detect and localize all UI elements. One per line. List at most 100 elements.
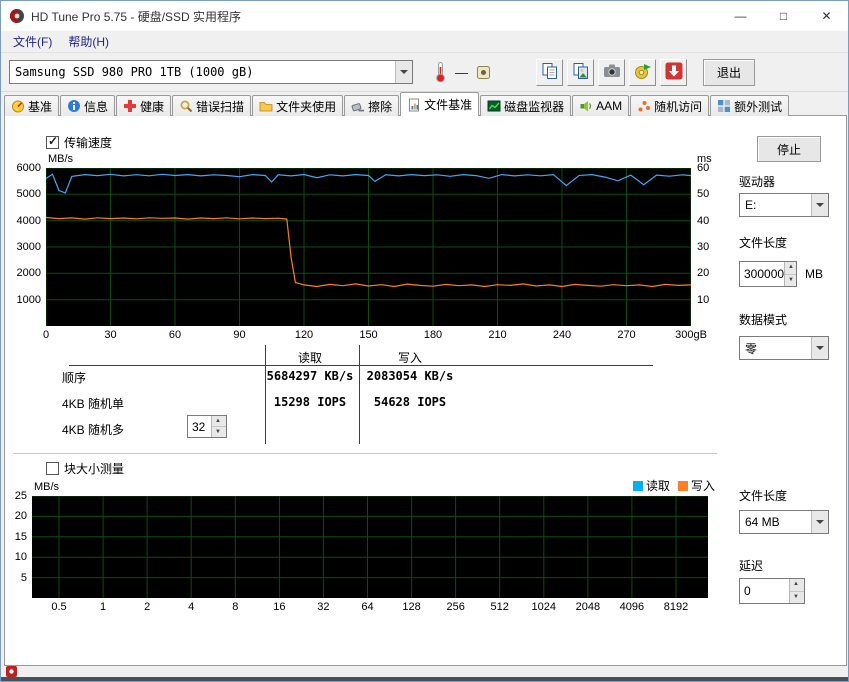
tick-label: 1024 — [531, 601, 557, 613]
block-file-length-select[interactable]: 64 MB — [739, 510, 829, 534]
tab-file-benchmark[interactable]: 文件基准 — [400, 92, 480, 116]
tick-label: 5 — [20, 571, 27, 584]
block-file-length-label: 文件长度 — [739, 489, 788, 503]
save-button[interactable] — [660, 58, 687, 86]
tick-label: 0 — [42, 329, 50, 341]
data-mode-select[interactable]: 零 — [739, 336, 829, 360]
dropdown-arrow-icon — [811, 194, 828, 216]
titlebar: HD Tune Pro 5.75 - 硬盘/SSD 实用程序 — □ ✕ — [1, 1, 848, 31]
tick-label: 2000 — [16, 267, 41, 280]
tab-info[interactable]: 信息 — [60, 95, 116, 116]
export-icon — [633, 61, 653, 84]
spin-up-button[interactable] — [212, 416, 226, 427]
row-4kb-random-single-write: 54628 IOPS — [373, 395, 447, 409]
write-column-header: 写入 — [397, 351, 422, 365]
screenshot-button[interactable] — [598, 58, 625, 86]
copy-image-button[interactable] — [567, 58, 594, 86]
dropdown-arrow-icon — [811, 337, 828, 359]
tab-disk-monitor-label: 磁盘监视器 — [504, 99, 565, 114]
queue-depth-value: 32 — [192, 419, 206, 434]
close-button[interactable]: ✕ — [805, 1, 848, 31]
health-icon — [123, 99, 137, 113]
toolbar: Samsung SSD 980 PRO 1TB (1000 gB) — 退出 — [1, 53, 848, 92]
exit-button[interactable]: 退出 — [703, 58, 755, 86]
tick-label: 50 — [697, 188, 710, 201]
tab-erase[interactable]: 擦除 — [344, 95, 400, 116]
stop-button[interactable]: 停止 — [757, 136, 821, 162]
file-length-input[interactable]: 300000 — [739, 261, 797, 287]
tick-label: 4 — [188, 601, 195, 613]
tab-extra-tests-label: 额外测试 — [734, 99, 783, 114]
info-icon — [67, 99, 81, 113]
drive-label: 驱动器 — [739, 175, 776, 189]
tick-label: 20 — [14, 510, 27, 523]
tab-erase-label: 擦除 — [368, 99, 393, 114]
camera-icon — [602, 61, 622, 84]
results-header-line — [69, 365, 653, 366]
spin-down-button[interactable] — [790, 591, 804, 603]
tick-label: 2 — [144, 601, 151, 613]
target-drive-select[interactable]: E: — [739, 193, 829, 217]
file-length-value: 300000 — [744, 267, 785, 281]
y-axis-left-unit: MB/s — [48, 153, 74, 165]
delay-input[interactable]: 0 — [739, 578, 805, 604]
transfer-speed-checkbox-label: 传输速度 — [64, 136, 113, 150]
tab-folder-usage-label: 文件夹使用 — [276, 99, 337, 114]
download-icon — [664, 61, 684, 84]
window-bottom-edge — [1, 677, 848, 681]
tab-error-scan[interactable]: 错误扫描 — [172, 95, 252, 116]
y-axis-unit: MB/s — [34, 481, 60, 493]
block-file-length-value: 64 MB — [745, 515, 780, 529]
tab-health-label: 健康 — [140, 99, 165, 114]
tick-label: 32 — [317, 601, 330, 613]
queue-depth-input[interactable]: 32 — [187, 415, 227, 438]
temperature-status-icon — [477, 65, 490, 79]
tab-folder-usage[interactable]: 文件夹使用 — [252, 95, 344, 116]
tick-label: 60 — [697, 162, 710, 174]
menu-file[interactable]: 文件(F) — [5, 30, 60, 53]
copy-text-button[interactable] — [536, 58, 563, 86]
tab-benchmark[interactable]: 基准 — [4, 95, 60, 116]
tab-aam-label: AAM — [596, 99, 623, 113]
tick-label: 25 — [14, 490, 27, 502]
legend-swatch-icon — [633, 480, 643, 491]
tick-label: 90 — [233, 329, 246, 341]
tab-random-access-label: 随机访问 — [654, 99, 703, 114]
tick-label: 5000 — [16, 188, 41, 201]
tick-label: 128 — [402, 601, 421, 613]
legend-label: 读取 — [646, 479, 671, 493]
temperature-value: — — [455, 64, 468, 80]
block-size-checkbox[interactable]: 块大小测量 — [46, 460, 124, 477]
drive-selector[interactable]: Samsung SSD 980 PRO 1TB (1000 gB) — [9, 60, 413, 84]
delay-label: 延迟 — [739, 559, 764, 573]
minimize-button[interactable]: — — [719, 1, 762, 31]
spin-up-button[interactable] — [790, 579, 804, 592]
tick-label: 8 — [232, 601, 239, 613]
menu-help[interactable]: 帮助(H) — [60, 30, 117, 53]
block-size-checkbox-label: 块大小测量 — [64, 462, 125, 476]
spin-up-button[interactable] — [785, 262, 796, 275]
thermometer-icon — [435, 61, 446, 83]
tab-random-access[interactable]: 随机访问 — [630, 95, 710, 116]
transfer-speed-checkbox[interactable]: 传输速度 — [46, 134, 112, 151]
tick-label: 60 — [168, 329, 182, 341]
spin-down-button[interactable] — [785, 274, 796, 286]
tick-label: 20 — [697, 267, 710, 280]
tick-label: 8192 — [663, 601, 689, 613]
tab-aam[interactable]: AAM — [572, 95, 630, 116]
maximize-button[interactable]: □ — [762, 1, 805, 31]
target-drive-value: E: — [745, 198, 757, 212]
legend-swatch-icon — [678, 480, 689, 491]
tick-label: 15 — [14, 530, 27, 543]
spin-down-button[interactable] — [212, 427, 226, 437]
tick-label: 64 — [361, 601, 374, 613]
toolbar-buttons — [536, 58, 687, 86]
tick-label: 512 — [490, 601, 509, 613]
drive-selector-value: Samsung SSD 980 PRO 1TB (1000 gB) — [15, 65, 254, 79]
tab-info-label: 信息 — [84, 99, 109, 114]
tab-extra-tests[interactable]: 额外测试 — [710, 95, 790, 116]
tab-disk-monitor[interactable]: 磁盘监视器 — [480, 95, 572, 116]
export-button[interactable] — [629, 58, 656, 86]
tab-health[interactable]: 健康 — [116, 95, 172, 116]
tick-label: 2048 — [575, 601, 601, 613]
